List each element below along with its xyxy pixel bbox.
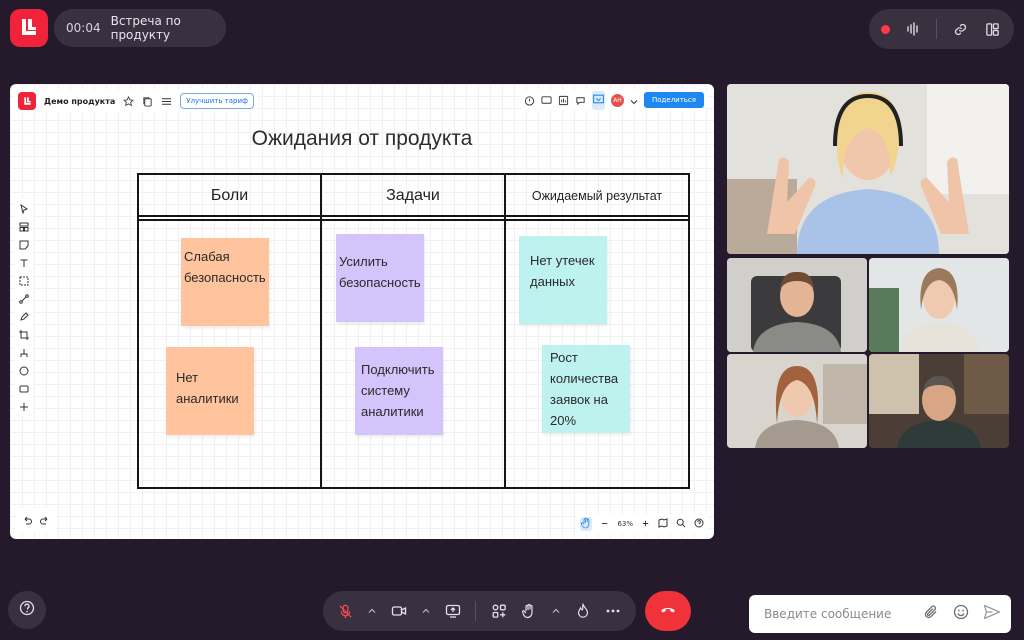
chat-input[interactable] — [764, 607, 923, 621]
hand-icon[interactable] — [521, 603, 537, 619]
add-icon[interactable] — [19, 401, 30, 412]
column-header: Задачи — [386, 187, 440, 204]
upgrade-button[interactable]: Улучшить тариф — [180, 93, 255, 109]
screen-share-icon[interactable] — [445, 603, 461, 619]
templates-icon[interactable] — [19, 221, 30, 232]
board-name[interactable]: Демо продукта — [44, 97, 115, 106]
board-header: Демо продукта Улучшить тариф — [14, 90, 259, 112]
whiteboard[interactable]: Демо продукта Улучшить тариф АН Поделить… — [10, 84, 714, 539]
record-icon[interactable] — [881, 24, 890, 34]
top-right-controls — [869, 9, 1014, 49]
presentation-icon[interactable] — [592, 90, 606, 110]
chat-icon[interactable] — [575, 91, 586, 110]
menu-icon[interactable] — [161, 92, 172, 111]
zoom-out-icon[interactable] — [600, 519, 609, 530]
sticky-note[interactable]: Нет аналитики — [166, 347, 254, 435]
column-header: Ожидаемый результат — [531, 189, 663, 203]
camera-icon[interactable] — [391, 603, 407, 619]
mic-off-icon[interactable] — [338, 604, 353, 619]
sticky-note[interactable]: Рост количества заявок на 20% — [542, 345, 630, 433]
undo-icon[interactable] — [22, 511, 32, 530]
help-button[interactable] — [8, 591, 46, 629]
chevron-up-icon[interactable] — [367, 606, 377, 616]
sticky-note-icon[interactable] — [19, 239, 30, 250]
zoom-level: 63% — [617, 520, 633, 528]
comment-tool-icon[interactable] — [19, 365, 30, 376]
call-controls — [323, 591, 636, 631]
hangup-button[interactable] — [645, 591, 691, 631]
send-icon[interactable] — [983, 604, 1001, 624]
layout-icon[interactable] — [983, 20, 1001, 38]
audio-icon[interactable] — [904, 20, 922, 38]
chevron-up-icon[interactable] — [551, 606, 561, 616]
divider — [936, 19, 937, 39]
share-button[interactable]: Поделиться — [644, 92, 704, 108]
crop-icon[interactable] — [19, 329, 30, 340]
sticky-note[interactable]: Усилить безопасность — [336, 234, 424, 322]
star-icon[interactable] — [123, 92, 135, 111]
frame-icon[interactable] — [19, 275, 30, 286]
mindmap-icon[interactable] — [19, 347, 30, 358]
video-participant[interactable] — [869, 354, 1009, 448]
apps-icon[interactable] — [491, 603, 507, 619]
avatar[interactable]: АН — [611, 93, 625, 107]
undo-redo — [16, 508, 56, 533]
header-line — [139, 219, 688, 221]
text-tool-icon[interactable] — [19, 257, 30, 268]
present-icon[interactable] — [558, 91, 569, 110]
pen-icon[interactable] — [19, 311, 30, 322]
map-icon[interactable] — [658, 518, 668, 530]
comment-icon[interactable] — [541, 91, 552, 110]
meeting-timer: 00:04 — [66, 21, 101, 35]
more-icon[interactable] — [605, 603, 621, 619]
copy-icon[interactable] — [142, 92, 153, 111]
video-participant[interactable] — [727, 354, 867, 448]
help-icon[interactable] — [694, 518, 704, 530]
sticky-note[interactable]: Подключить систему аналитики — [355, 347, 443, 435]
timer-icon[interactable] — [524, 91, 535, 110]
video-participant[interactable] — [869, 258, 1009, 352]
reaction-icon[interactable] — [575, 603, 591, 619]
column-header: Боли — [210, 187, 249, 204]
hangup-icon — [659, 600, 677, 622]
board-tools — [15, 199, 33, 416]
hand-tool-icon[interactable] — [580, 517, 593, 531]
zoom-in-icon[interactable] — [641, 519, 650, 530]
board-heading: Ожидания от продукта — [251, 127, 473, 150]
video-main-speaker[interactable] — [727, 84, 1009, 254]
column-divider — [320, 175, 322, 487]
emoji-icon[interactable] — [953, 604, 969, 624]
card-icon[interactable] — [19, 383, 30, 394]
meeting-info: 00:04 Встреча по продукту — [54, 9, 226, 47]
chevron-up-icon[interactable] — [421, 606, 431, 616]
board-toolbar: АН Поделиться — [520, 90, 708, 110]
meeting-title: Встреча по продукту — [110, 14, 181, 42]
redo-icon[interactable] — [40, 511, 50, 530]
chevron-down-icon[interactable] — [630, 91, 638, 110]
chat-box — [749, 595, 1011, 633]
column-divider — [504, 175, 506, 487]
zoom-controls: 63% — [576, 514, 708, 534]
link-icon[interactable] — [951, 20, 969, 38]
expectations-table[interactable]: Боли Задачи Ожидаемый результат Слабая б… — [137, 173, 690, 489]
divider — [475, 601, 477, 621]
sticky-note[interactable]: Слабая безопасность — [181, 238, 269, 326]
video-participant[interactable] — [727, 258, 867, 352]
connector-icon[interactable] — [19, 293, 30, 304]
select-tool-icon[interactable] — [19, 203, 30, 214]
help-icon — [19, 600, 35, 620]
app-logo — [10, 9, 48, 47]
board-logo — [18, 92, 36, 110]
search-icon[interactable] — [676, 518, 686, 530]
attach-icon[interactable] — [923, 604, 939, 624]
sticky-note[interactable]: Нет утечек данных — [519, 236, 607, 324]
